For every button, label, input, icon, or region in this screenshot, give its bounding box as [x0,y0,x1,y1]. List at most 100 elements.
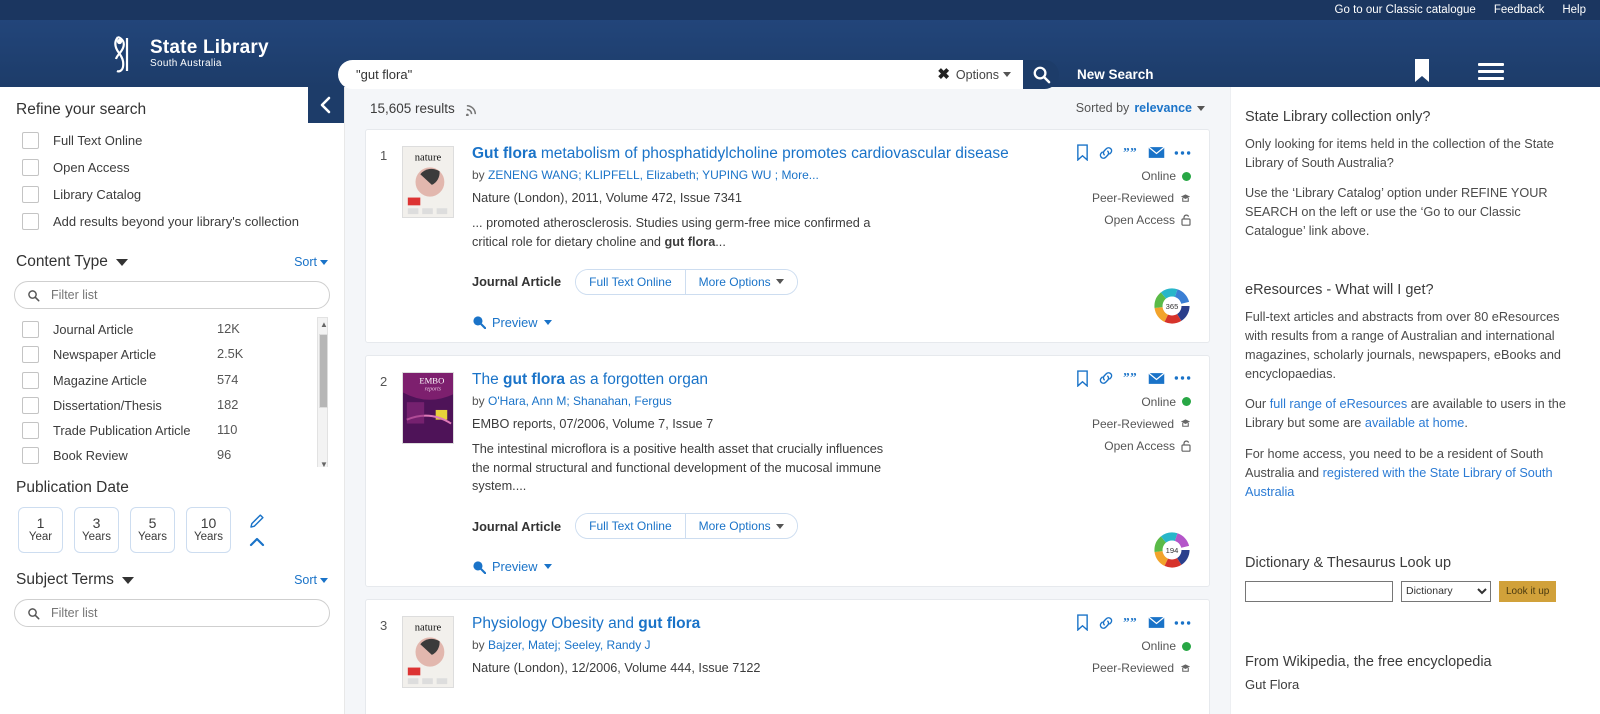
preview-button[interactable]: Preview [472,559,1051,574]
checkbox[interactable] [22,371,39,389]
dictionary-type-select[interactable]: Dictionary [1401,580,1491,602]
online-indicator-dot [1182,641,1191,651]
available-at-home-link[interactable]: available at home [1365,416,1464,430]
rss-icon[interactable] [465,101,480,116]
pubdate-button-3-years[interactable]: 3 Years [74,507,119,553]
more-options-button[interactable]: More Options [684,269,797,294]
facet-item-magazine-article[interactable]: Magazine Article 574 [14,368,330,393]
facet-item-journal-article[interactable]: Journal Article 12K [14,317,330,342]
bookmark-icon[interactable] [1076,370,1089,387]
close-icon[interactable]: ✖ [931,67,956,82]
checkbox[interactable] [22,159,39,176]
content-type-filter-input[interactable] [49,287,317,303]
quote-icon[interactable]: ” ” [1123,371,1139,385]
facet-checkbox-full-text-online[interactable]: Full Text Online [14,127,330,154]
classic-catalogue-link[interactable]: Go to our Classic catalogue [1335,4,1476,16]
more-ellipsis-icon[interactable] [1174,620,1191,626]
preview-button[interactable]: Preview [472,315,1051,330]
result-title[interactable]: The gut flora as a forgotten organ [472,370,1051,390]
hamburger-menu-icon[interactable] [1478,62,1504,80]
pencil-icon[interactable] [248,513,265,530]
scrollbar-thumb[interactable] [319,334,328,408]
pubdate-button-10-years[interactable]: 10 Years [186,507,231,553]
facet-checkbox-library-catalog[interactable]: Library Catalog [14,181,330,208]
chevron-up-icon[interactable] [249,537,265,547]
link-icon[interactable] [1098,145,1114,161]
link-icon[interactable] [1098,370,1114,386]
result-thumbnail-nature-cover[interactable]: nature [402,146,454,218]
altmetric-donut-icon: 365 [1154,288,1190,324]
search-input[interactable] [354,66,932,83]
facet-item-trade-publication-article[interactable]: Trade Publication Article 110 [14,418,330,443]
new-search-button[interactable]: New Search [1077,67,1154,82]
bookmark-icon[interactable] [1076,144,1089,161]
cover-image: nature [403,147,453,217]
result-thumbnail-embo-cover[interactable]: EMBO reports [402,371,454,444]
facet-item-book-review[interactable]: Book Review 96 [14,443,330,467]
link-icon[interactable] [1098,615,1114,631]
brand-logo-block[interactable]: State Library South Australia [110,35,269,73]
result-card[interactable]: 3 nature Physiology Obesity and gut flor… [365,599,1210,714]
look-it-up-button[interactable]: Look it up [1499,580,1557,602]
subject-terms-filter-input[interactable] [49,605,317,621]
more-ellipsis-icon[interactable] [1174,375,1191,381]
pubdate-button-5-years[interactable]: 5 Years [130,507,175,553]
altmetric-badge[interactable]: 194 [1153,531,1191,572]
facet-item-label: Trade Publication Article [53,423,191,439]
scroll-down-arrow-icon[interactable]: ▼ [320,460,328,467]
bookmark-icon[interactable] [1076,614,1089,632]
checkbox[interactable] [22,346,39,364]
chevron-down-icon [775,523,784,529]
online-indicator-dot [1182,397,1191,407]
content-type-toggle[interactable]: Content Type [16,253,128,271]
pubdate-button-1-year[interactable]: 1 Year [18,507,63,553]
result-card[interactable]: 1 nature Gut flora metabolism of phospha… [365,129,1210,343]
full-text-online-button[interactable]: Full Text Online [576,514,685,539]
sort-by-control[interactable]: Sorted by relevance [1076,101,1205,115]
subject-terms-sort-button[interactable]: Sort [294,573,328,587]
more-ellipsis-icon[interactable] [1174,150,1191,156]
checkbox[interactable] [22,132,39,149]
result-snippet: The intestinal microflora is a positive … [472,442,884,493]
feedback-link[interactable]: Feedback [1494,4,1545,16]
status-peer-label: Peer-Reviewed [1091,416,1174,431]
full-range-eresources-link[interactable]: full range of eResources [1270,397,1408,411]
scroll-up-arrow-icon[interactable]: ▲ [320,320,328,329]
checkbox[interactable] [22,321,39,338]
checkbox[interactable] [22,422,39,440]
checkbox[interactable] [22,186,39,203]
full-text-online-button[interactable]: Full Text Online [576,269,685,294]
result-title[interactable]: Physiology Obesity and gut flora [472,614,1051,634]
altmetric-badge[interactable]: 365 [1153,287,1191,328]
author-links[interactable]: Bajzer, Matej; Seeley, Randy J [488,638,651,652]
caret-down-icon [320,577,328,583]
email-icon[interactable] [1148,146,1165,159]
facet-list-scrollbar[interactable]: ▲ ▼ [317,317,328,467]
result-card[interactable]: 2 EMBO reports The gut flora as a forgot… [365,354,1210,588]
search-submit-button[interactable] [1023,60,1059,89]
result-thumbnail-nature-cover[interactable]: nature [402,616,454,689]
quote-icon[interactable]: ” ” [1123,146,1139,160]
result-title[interactable]: Gut flora metabolism of phosphatidylchol… [472,144,1051,164]
help-link[interactable]: Help [1562,4,1586,16]
search-options-button[interactable]: Options [956,68,1017,82]
bookmark-icon[interactable] [1412,58,1432,84]
author-links[interactable]: O'Hara, Ann M; Shanahan, Fergus [488,394,672,408]
content-type-sort-button[interactable]: Sort [294,255,328,269]
email-icon[interactable] [1148,616,1165,629]
checkbox[interactable] [22,213,39,230]
checkbox[interactable] [22,396,39,414]
dictionary-input[interactable] [1245,580,1393,602]
facet-checkbox-beyond-library[interactable]: Add results beyond your library's collec… [14,208,330,235]
facet-item-newspaper-article[interactable]: Newspaper Article 2.5K [14,342,330,367]
quote-icon[interactable]: ” ” [1123,616,1139,630]
checkbox[interactable] [22,447,39,465]
by-label: by [472,638,485,653]
author-links[interactable]: ZENENG WANG; KLIPFELL, Elizabeth; YUPING… [488,168,819,182]
email-icon[interactable] [1148,372,1165,385]
facet-checkbox-open-access[interactable]: Open Access [14,154,330,181]
subject-terms-toggle[interactable]: Subject Terms [16,571,134,589]
more-options-button[interactable]: More Options [684,514,797,539]
facet-item-dissertation-thesis[interactable]: Dissertation/Thesis 182 [14,393,330,418]
collapse-facets-button[interactable] [308,87,344,123]
